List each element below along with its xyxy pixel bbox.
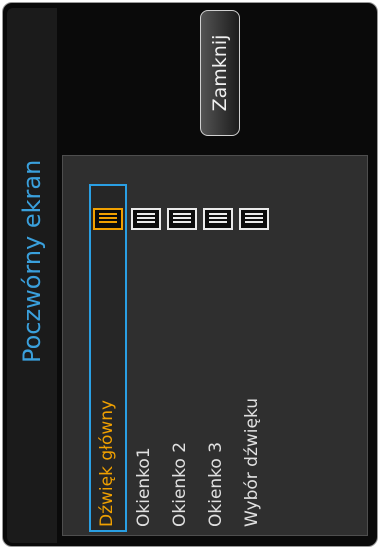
option-window-2[interactable]: Okienko 2 bbox=[169, 442, 191, 527]
option-window-3[interactable]: Okienko 3 bbox=[205, 442, 227, 527]
option-sound-select[interactable]: Wybór dźwięku bbox=[241, 398, 263, 527]
menu-title: Poczwórny ekran bbox=[18, 159, 46, 363]
menu-canvas: Poczwórny ekran Zamknij Dźwięk główny Ok… bbox=[0, 0, 382, 551]
main-sound-level-icon bbox=[93, 208, 123, 230]
close-button[interactable]: Zamknij bbox=[200, 10, 240, 136]
window3-sound-level-icon bbox=[203, 208, 233, 230]
window2-sound-level-icon bbox=[167, 208, 197, 230]
option-window-1[interactable]: Okienko1 bbox=[133, 447, 155, 527]
window1-sound-level-icon bbox=[131, 208, 161, 230]
selection-sound-level-icon bbox=[239, 208, 269, 230]
option-main-sound[interactable]: Dźwięk główny bbox=[96, 400, 118, 527]
